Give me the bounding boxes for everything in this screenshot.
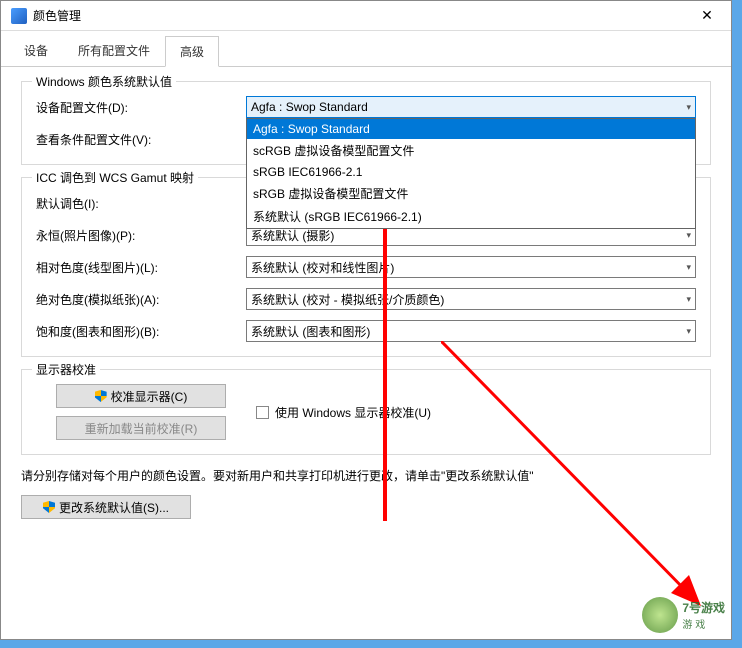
use-windows-calibration-checkbox[interactable] — [256, 406, 269, 419]
group-title: ICC 调色到 WCS Gamut 映射 — [32, 169, 198, 186]
dropdown-option[interactable]: 系统默认 (sRGB IEC61966-2.1) — [247, 205, 695, 228]
change-system-defaults-button[interactable]: 更改系统默认值(S)... — [21, 495, 191, 519]
chevron-down-icon: ▾ — [686, 262, 691, 273]
group-display-calibration: 显示器校准 校准显示器(C) 重新加载当前校准(R) 使用 Windows 显示… — [21, 369, 711, 455]
saturation-label: 饱和度(图表和图形)(B): — [36, 323, 246, 340]
default-rendering-label: 默认调色(I): — [36, 195, 246, 212]
absolute-colorimetric-combo[interactable]: 系统默认 (校对 - 模拟纸张/介质颜色)▾ — [246, 288, 696, 310]
color-management-window: 颜色管理 ✕ 设备 所有配置文件 高级 Windows 颜色系统默认值 设备配置… — [0, 0, 732, 640]
use-windows-calibration-row: 使用 Windows 显示器校准(U) — [256, 404, 431, 421]
close-button[interactable]: ✕ — [687, 7, 727, 24]
tab-advanced[interactable]: 高级 — [165, 36, 219, 67]
content-area: Windows 颜色系统默认值 设备配置文件(D): Agfa : Swop S… — [1, 67, 731, 533]
calibrate-display-button[interactable]: 校准显示器(C) — [56, 384, 226, 408]
group-title: 显示器校准 — [32, 361, 100, 378]
tab-devices[interactable]: 设备 — [9, 35, 63, 66]
device-profile-dropdown: Agfa : Swop Standard scRGB 虚拟设备模型配置文件 sR… — [246, 118, 696, 229]
device-profile-combo[interactable]: Agfa : Swop Standard ▾ Agfa : Swop Stand… — [246, 96, 696, 118]
titlebar: 颜色管理 ✕ — [1, 1, 731, 31]
use-windows-calibration-label: 使用 Windows 显示器校准(U) — [275, 404, 431, 421]
chevron-down-icon: ▾ — [686, 326, 691, 337]
dropdown-option[interactable]: sRGB IEC61966-2.1 — [247, 162, 695, 182]
device-profile-label: 设备配置文件(D): — [36, 99, 246, 116]
tab-strip: 设备 所有配置文件 高级 — [1, 31, 731, 67]
view-conditions-label: 查看条件配置文件(V): — [36, 131, 246, 148]
group-title: Windows 颜色系统默认值 — [32, 73, 176, 90]
dropdown-option[interactable]: Agfa : Swop Standard — [247, 119, 695, 139]
chevron-down-icon: ▾ — [686, 102, 691, 113]
combo-value: Agfa : Swop Standard — [251, 100, 686, 114]
chevron-down-icon: ▾ — [686, 230, 691, 241]
app-icon — [11, 8, 27, 24]
window-title: 颜色管理 — [33, 7, 687, 24]
saturation-combo[interactable]: 系统默认 (图表和图形)▾ — [246, 320, 696, 342]
absolute-colorimetric-label: 绝对色度(模拟纸张)(A): — [36, 291, 246, 308]
dropdown-option[interactable]: sRGB 虚拟设备模型配置文件 — [247, 182, 695, 205]
perceptual-label: 永恒(照片图像)(P): — [36, 227, 246, 244]
chevron-down-icon: ▾ — [686, 294, 691, 305]
dropdown-option[interactable]: scRGB 虚拟设备模型配置文件 — [247, 139, 695, 162]
group-windows-color-defaults: Windows 颜色系统默认值 设备配置文件(D): Agfa : Swop S… — [21, 81, 711, 165]
relative-colorimetric-combo[interactable]: 系统默认 (校对和线性图片)▾ — [246, 256, 696, 278]
shield-icon — [95, 390, 107, 402]
watermark: 7号游戏 游戏 — [642, 597, 725, 633]
relative-colorimetric-label: 相对色度(线型图片)(L): — [36, 259, 246, 276]
watermark-icon — [642, 597, 678, 633]
shield-icon — [43, 501, 55, 513]
tab-all-profiles[interactable]: 所有配置文件 — [63, 35, 165, 66]
instruction-text: 请分别存储对每个用户的颜色设置。要对新用户和共享打印机进行更改，请单击"更改系统… — [21, 467, 711, 485]
reload-calibration-button[interactable]: 重新加载当前校准(R) — [56, 416, 226, 440]
